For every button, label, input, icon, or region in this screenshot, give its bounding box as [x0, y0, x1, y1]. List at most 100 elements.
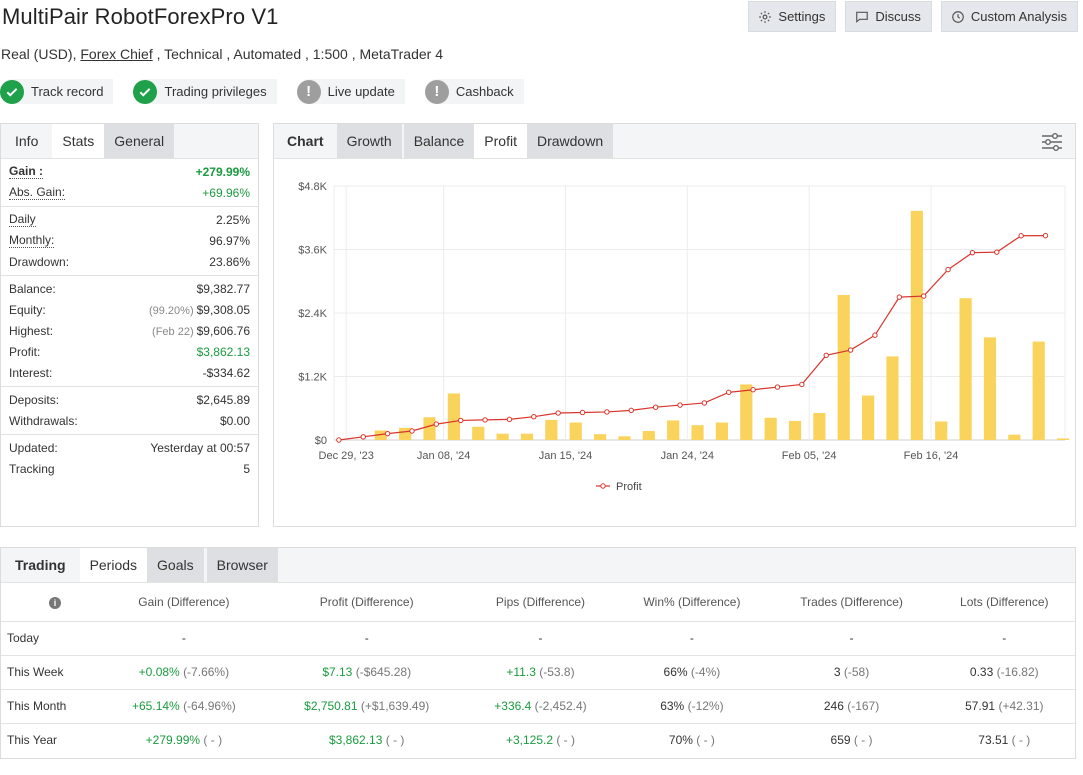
periods-header-row: i Gain (Difference) Profit (Difference) …	[1, 583, 1075, 622]
legend-label: Profit	[616, 481, 642, 493]
x-tick-label: Feb 16, '24	[904, 450, 959, 462]
badge-cashback[interactable]: ! Cashback	[424, 79, 524, 104]
top-actions: Settings Discuss Custom Analysis	[748, 1, 1078, 32]
profit-bar	[667, 420, 680, 440]
profit-bar	[715, 422, 729, 440]
info-icon[interactable]: i	[49, 596, 61, 609]
table-cell: -	[266, 621, 467, 656]
tab-growth[interactable]: Growth	[336, 124, 402, 158]
cell-value: 659	[830, 733, 851, 748]
tab-periods[interactable]: Periods	[79, 548, 148, 582]
x-tick-label: Jan 24, '24	[661, 450, 714, 462]
table-cell: 66% (-4%)	[614, 655, 770, 690]
custom-analysis-button[interactable]: Custom Analysis	[940, 1, 1078, 32]
tab-general[interactable]: General	[104, 124, 175, 158]
stat-group-rates: Daily 2.25% Monthly: 96.97% Drawdown: 23.86…	[1, 207, 258, 276]
badge-track-record[interactable]: Track record	[0, 79, 114, 104]
tab-browser[interactable]: Browser	[206, 548, 278, 582]
settings-button[interactable]: Settings	[748, 1, 837, 32]
stat-deposits: Deposits: $2,645.89	[9, 392, 250, 407]
x-tick-label: Jan 08, '24	[417, 450, 470, 462]
tab-chart[interactable]: Chart	[274, 124, 337, 158]
profit-bar	[788, 420, 802, 440]
y-tick-label: $3.6K	[298, 245, 327, 257]
table-cell: 57.91 (+42.31)	[933, 689, 1075, 724]
period-label: This Year	[7, 733, 58, 748]
table-cell: -	[466, 621, 615, 656]
tab-drawdown[interactable]: Drawdown	[526, 124, 614, 158]
table-cell: +336.4 (-2,452.4)	[466, 689, 615, 724]
cell-value: -	[1002, 631, 1007, 645]
tab-goals[interactable]: Goals	[147, 548, 204, 582]
badge-label: Cashback	[455, 84, 514, 99]
account-subtitle: Real (USD), Forex Chief , Technical , Au…	[1, 46, 443, 62]
profit-bar	[935, 421, 948, 440]
clock-icon	[952, 10, 964, 23]
profit-point	[433, 421, 440, 427]
x-tick-label: Dec 29, '23	[319, 450, 374, 462]
stat-equity: Equity: (99.20%) $9,308.05	[9, 302, 250, 317]
profit-point	[555, 410, 561, 416]
badge-trading-privileges[interactable]: Trading privileges	[133, 79, 277, 104]
cell-value: 70%	[668, 733, 693, 748]
discuss-button[interactable]: Discuss	[845, 1, 932, 32]
profit-point	[872, 332, 878, 338]
profit-bar	[691, 425, 704, 440]
settings-label: Settings	[778, 9, 826, 24]
stat-monthly: Monthly: 96.97%	[9, 232, 250, 248]
tab-profit[interactable]: Profit	[474, 124, 527, 158]
profit-point	[920, 293, 927, 299]
tab-trading[interactable]: Trading	[1, 548, 80, 582]
table-cell: +279.99% ( - )	[101, 723, 267, 757]
profit-point	[774, 384, 781, 390]
profit-bar	[813, 413, 826, 440]
table-cell: 63% (-12%)	[614, 689, 770, 724]
tab-stats[interactable]: Stats	[52, 124, 105, 158]
verification-badges: Track record Trading privileges ! Live u…	[0, 79, 524, 104]
periods-body: Today - - - - - - This Week +0.08% (-7.66%) $7.13…	[1, 621, 1075, 757]
check-icon	[133, 79, 158, 104]
table-cell: 70% ( - )	[614, 723, 769, 757]
periods-header-info: i	[1, 583, 101, 622]
stat-group-gain: Gain : +279.99% Abs. Gain: +69.96%	[1, 159, 258, 207]
table-cell: -	[769, 621, 934, 656]
profit-bar	[764, 417, 777, 440]
period-label: This Week	[1, 655, 101, 690]
profit-bar	[472, 426, 485, 440]
tab-balance[interactable]: Balance	[403, 124, 475, 158]
profit-point	[799, 381, 805, 388]
y-tick-label: $1.2K	[298, 372, 327, 384]
y-tick-label: $2.4K	[298, 308, 327, 320]
tab-info[interactable]: Info	[1, 124, 53, 158]
cell-value: 0.33	[969, 665, 994, 679]
table-cell: +11.3 (-53.8)	[466, 655, 615, 690]
stat-daily: Daily 2.25%	[9, 211, 250, 227]
table-cell: -	[614, 621, 770, 656]
cell-value: -	[538, 631, 543, 645]
profit-bar	[399, 427, 412, 440]
cell-value: +336.4	[494, 699, 532, 713]
profit-point	[652, 404, 659, 410]
trading-tabs: Trading Periods Goals Browser	[1, 548, 1075, 583]
table-row: This Week +0.08% (-7.66%) $7.13 (-$645.28)…	[1, 655, 1075, 690]
profit-bar	[910, 210, 923, 440]
profit-bar	[569, 422, 582, 440]
stat-balance: Balance: $9,382.77	[9, 281, 250, 296]
chart-tabs: Chart Growth Balance Profit Drawdown	[274, 124, 1075, 159]
chart-settings-sliders-icon[interactable]	[1041, 132, 1063, 155]
profit-bar	[593, 434, 607, 440]
cell-value: +3,125.2	[505, 733, 553, 748]
account-details: , Technical , Automated , 1:500 , MetaTr…	[152, 46, 443, 62]
cell-difference: ( - )	[696, 733, 715, 748]
broker-link[interactable]: Forex Chief	[80, 46, 152, 62]
cell-value: 63%	[660, 699, 685, 713]
table-cell: $7.13 (-$645.28)	[266, 655, 467, 690]
stat-withdrawals: Withdrawals: $0.00	[9, 413, 250, 428]
badge-live-update[interactable]: ! Live update	[296, 79, 405, 104]
stat-highest: Highest: (Feb 22) $9,606.76	[9, 323, 250, 338]
cell-value: -	[364, 631, 369, 645]
profit-point	[847, 347, 854, 353]
exclamation-icon: !	[424, 79, 449, 104]
table-cell: -	[101, 621, 267, 656]
table-cell: -	[933, 621, 1075, 656]
